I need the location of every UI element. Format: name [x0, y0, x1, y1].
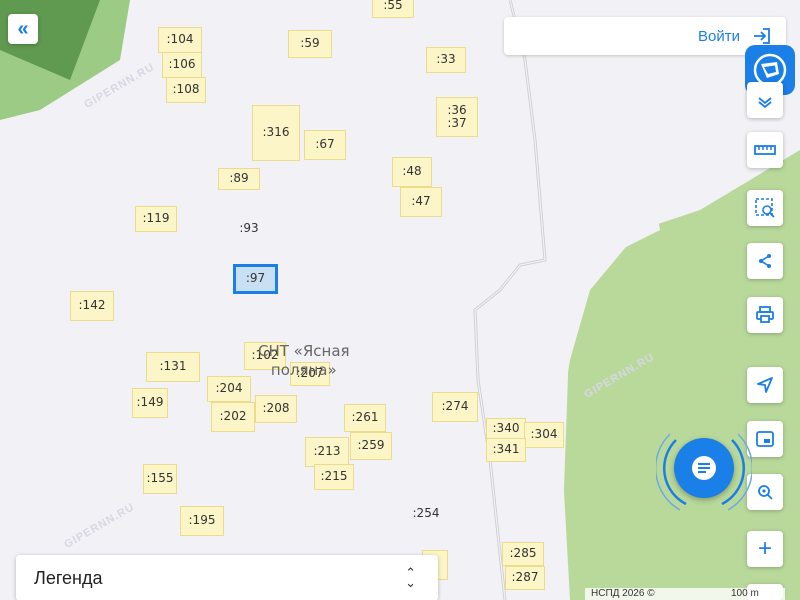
- plot-36[interactable]: :36 :37: [436, 97, 478, 137]
- zoom-in-icon: +: [757, 535, 772, 562]
- map-attribution: НСПД 2026 © 100 m: [585, 588, 785, 600]
- plot-316[interactable]: :316: [252, 105, 300, 161]
- ruler-icon: [754, 145, 776, 155]
- geo-search-button[interactable]: [747, 474, 783, 510]
- area-label: СНТ «Ясная поляна»: [258, 342, 350, 380]
- legend-label: Легенда: [34, 567, 103, 588]
- selected-plot-97[interactable]: :97: [233, 264, 278, 294]
- area-label-line2: поляна»: [270, 360, 337, 379]
- plot-215[interactable]: :215: [314, 464, 354, 490]
- chat-button[interactable]: [674, 438, 734, 498]
- plot-285[interactable]: :285: [502, 542, 544, 566]
- select-area-button[interactable]: [747, 190, 783, 226]
- geo-search-icon: [758, 485, 773, 500]
- plot-259[interactable]: :259: [350, 432, 392, 460]
- plot-287[interactable]: :287: [505, 566, 545, 590]
- scale-label: 100 m: [731, 588, 759, 599]
- chat-icon: [692, 456, 716, 480]
- plot-104[interactable]: :104: [158, 27, 202, 53]
- select-area-icon: [755, 198, 775, 218]
- plot-33[interactable]: :33: [426, 47, 466, 73]
- area-label-line1: СНТ «Ясная: [258, 342, 350, 360]
- collapse-panel-button[interactable]: «: [8, 14, 38, 44]
- plot-149[interactable]: :149: [132, 388, 168, 418]
- plot-208[interactable]: :208: [255, 395, 297, 423]
- screen-button[interactable]: [747, 421, 783, 457]
- plot-202[interactable]: :202: [211, 402, 255, 432]
- plot-274[interactable]: :274: [432, 392, 478, 422]
- plot-106[interactable]: :106: [162, 52, 202, 78]
- legend-toggle-icon[interactable]: ⌃ ⌄: [405, 566, 416, 588]
- plot-119[interactable]: :119: [135, 206, 177, 232]
- zoom-in-button[interactable]: +: [747, 531, 783, 567]
- print-icon: [756, 306, 774, 323]
- layers-button[interactable]: [747, 82, 783, 118]
- screen-icon: [756, 431, 774, 447]
- plot-142[interactable]: :142: [70, 291, 114, 321]
- plot-254[interactable]: :254: [404, 502, 448, 526]
- plot-204[interactable]: :204: [207, 376, 251, 402]
- locate-icon: [757, 377, 773, 393]
- legend-panel[interactable]: Легенда ⌃ ⌄: [16, 555, 438, 600]
- plot-93[interactable]: :93: [231, 218, 267, 240]
- share-icon: [759, 254, 771, 268]
- print-button[interactable]: [747, 297, 783, 333]
- plot-67[interactable]: :67: [304, 130, 346, 160]
- locate-button[interactable]: [747, 367, 783, 403]
- plot-195[interactable]: :195: [180, 506, 224, 536]
- login-label[interactable]: Войти: [698, 28, 740, 45]
- attribution-text: НСПД 2026 ©: [591, 588, 655, 599]
- plot-155[interactable]: :155: [143, 464, 177, 494]
- plot-47[interactable]: :47: [400, 187, 442, 217]
- layers-icon: [758, 97, 772, 109]
- plot-55[interactable]: :55: [372, 0, 414, 18]
- plot-304[interactable]: :304: [524, 422, 564, 448]
- plot-48[interactable]: :48: [392, 157, 432, 187]
- plot-341[interactable]: :341: [486, 438, 526, 462]
- login-icon: [754, 28, 770, 44]
- login-bar[interactable]: Войти: [504, 17, 786, 55]
- plot-59[interactable]: :59: [288, 30, 332, 58]
- plot-108[interactable]: :108: [166, 77, 206, 103]
- share-button[interactable]: [747, 243, 783, 279]
- plot-261[interactable]: :261: [344, 404, 386, 432]
- double-chevron-left-icon: «: [17, 17, 29, 40]
- plot-89[interactable]: :89: [218, 168, 260, 190]
- plot-131[interactable]: :131: [146, 352, 200, 382]
- ruler-button[interactable]: [747, 132, 783, 168]
- plot-213[interactable]: :213: [305, 437, 349, 467]
- plot-340[interactable]: :340: [486, 418, 526, 440]
